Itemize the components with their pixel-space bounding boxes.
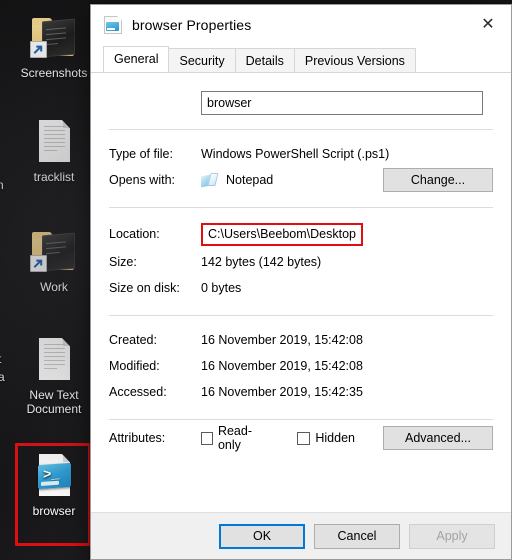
tab-strip: General Security Details Previous Versio…: [91, 45, 511, 72]
checkbox-hidden-label: Hidden: [315, 431, 355, 445]
info-group-type: Type of file: Windows PowerShell Script …: [109, 141, 493, 193]
tab-details[interactable]: Details: [234, 48, 295, 72]
desktop-icon-tracklist[interactable]: tracklist: [12, 118, 96, 184]
general-tab-panel: Type of file: Windows PowerShell Script …: [91, 72, 511, 512]
row-attributes: Attributes: Read-only Hidden Advanced...: [109, 424, 493, 452]
checkbox-hidden-box[interactable]: [297, 431, 311, 445]
desktop-icon-browser[interactable]: >_ browser: [12, 452, 96, 518]
label-size: Size:: [109, 255, 137, 269]
value-location-container: C:\Users\Beebom\Desktop: [201, 222, 493, 246]
desktop-edge-text-2: t: [0, 352, 1, 366]
row-modified: Modified: 16 November 2019, 15:42:08: [109, 353, 493, 379]
close-icon[interactable]: ✕: [465, 5, 511, 45]
tab-general[interactable]: General: [103, 46, 170, 72]
dialog-footer: OK Cancel Apply: [91, 512, 511, 559]
notepad-icon: [201, 172, 219, 188]
text-document-icon: [30, 336, 78, 384]
value-size: 142 bytes (142 bytes): [201, 255, 322, 269]
file-name-row: [109, 73, 493, 115]
powershell-script-icon: >_: [30, 452, 78, 500]
powershell-script-title-icon: [104, 16, 122, 34]
desktop-icon-label: New Text Document: [26, 388, 82, 416]
advanced-button[interactable]: Advanced...: [383, 426, 493, 450]
info-group-location: Location: C:\Users\Beebom\Desktop Size: …: [109, 219, 493, 301]
label-opens-with: Opens with:: [109, 173, 176, 187]
file-name-input[interactable]: [201, 91, 483, 115]
folder-shortcut-icon: [30, 14, 78, 62]
value-accessed: 16 November 2019, 15:42:35: [201, 385, 363, 399]
desktop-icon-label: tracklist: [33, 170, 75, 184]
dialog-titlebar: browser Properties ✕: [91, 5, 511, 45]
value-opens-with-container: Notepad Change...: [201, 168, 493, 192]
tab-previous-versions[interactable]: Previous Versions: [293, 48, 416, 72]
desktop-icon-new-text-document[interactable]: New Text Document: [12, 336, 96, 416]
shortcut-arrow-icon: [30, 41, 47, 58]
desktop-edge-text-3: a: [0, 370, 5, 384]
row-opens-with: Opens with: Notepad Change...: [109, 167, 493, 193]
checkbox-read-only-label: Read-only: [217, 424, 252, 452]
value-location: C:\Users\Beebom\Desktop: [201, 222, 363, 246]
apply-button[interactable]: Apply: [409, 523, 495, 549]
divider-1: [109, 129, 493, 130]
label-created: Created:: [109, 333, 157, 347]
row-size: Size: 142 bytes (142 bytes): [109, 249, 493, 275]
row-size-on-disk: Size on disk: 0 bytes: [109, 275, 493, 301]
checkbox-read-only[interactable]: Read-only: [201, 424, 269, 452]
label-modified: Modified:: [109, 359, 160, 373]
value-size-on-disk: 0 bytes: [201, 281, 242, 295]
desktop-icon-work[interactable]: Work: [12, 228, 96, 294]
label-accessed: Accessed:: [109, 385, 167, 399]
divider-4: [109, 419, 493, 420]
checkbox-read-only-box[interactable]: [201, 431, 213, 445]
label-type-of-file: Type of file:: [109, 147, 173, 161]
info-group-dates: Created: 16 November 2019, 15:42:08 Modi…: [109, 327, 493, 405]
row-created: Created: 16 November 2019, 15:42:08: [109, 327, 493, 353]
value-opens-with: Notepad: [226, 173, 274, 187]
desktop-icon-screenshots[interactable]: Screenshots: [12, 14, 96, 80]
divider-2: [109, 207, 493, 208]
desktop-edge-text-1: n: [0, 178, 4, 192]
label-attributes: Attributes:: [109, 431, 166, 445]
change-button[interactable]: Change...: [383, 168, 493, 192]
tab-security[interactable]: Security: [168, 48, 236, 72]
desktop-icon-label: browser: [32, 504, 76, 518]
shortcut-arrow-icon: [30, 255, 47, 272]
label-location: Location:: [109, 227, 160, 241]
row-accessed: Accessed: 16 November 2019, 15:42:35: [109, 379, 493, 405]
label-size-on-disk: Size on disk:: [109, 281, 180, 295]
value-created: 16 November 2019, 15:42:08: [201, 333, 363, 347]
desktop-icon-label: Work: [40, 280, 68, 294]
row-type-of-file: Type of file: Windows PowerShell Script …: [109, 141, 493, 167]
desktop-icon-label: Screenshots: [20, 66, 88, 80]
dialog-title: browser Properties: [132, 17, 252, 33]
value-modified: 16 November 2019, 15:42:08: [201, 359, 363, 373]
text-document-icon: [30, 118, 78, 166]
divider-3: [109, 315, 493, 316]
row-location: Location: C:\Users\Beebom\Desktop: [109, 219, 493, 249]
folder-shortcut-icon: [30, 228, 78, 276]
cancel-button[interactable]: Cancel: [314, 523, 400, 549]
checkbox-hidden[interactable]: Hidden: [297, 431, 355, 445]
value-type-of-file: Windows PowerShell Script (.ps1): [201, 147, 390, 161]
ok-button[interactable]: OK: [219, 523, 305, 549]
properties-dialog: browser Properties ✕ General Security De…: [90, 4, 512, 560]
